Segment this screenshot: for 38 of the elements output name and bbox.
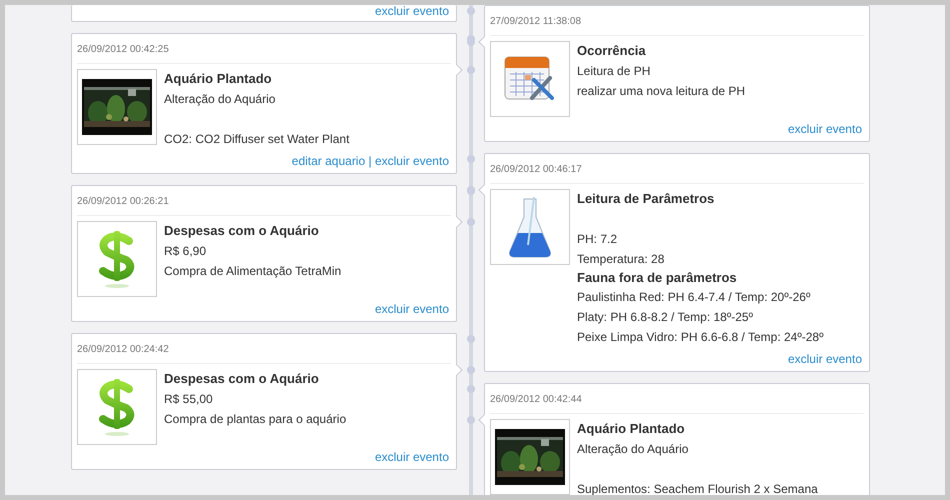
text-link[interactable]: excluir evento [374,5,449,18]
event-text: PH: 7.2 [577,231,618,248]
event-text: Peixe Limpa Vidro: PH 6.6-6.8 / Temp: 24º-28º [577,329,824,346]
section-heading: Fauna fora de parâmetros [577,269,738,287]
event-text: Platy: PH 6.8-8.2 / Temp: 18º-25º [577,309,754,326]
text-link[interactable]: excluir evento [374,450,449,464]
event-text: Compra de plantas para o aquário [164,411,348,428]
timestamp: 27/09/2012 11:38:08 [490,6,864,36]
link-separator: | [367,154,373,168]
timestamp: 26/09/2012 00:24:42 [77,334,451,364]
event-text: R$ 55,00 [164,391,214,408]
event-text: Alteração do Aquário [164,91,276,108]
timestamp: 26/09/2012 00:26:21 [77,186,451,216]
event-title: Despesas com o Aquário [164,222,320,240]
event-text: R$ 6,90 [164,243,208,260]
event-title: Aquário Plantado [164,70,273,88]
text-link[interactable]: excluir evento [788,122,862,136]
text-link[interactable]: excluir evento [374,302,449,316]
text-link[interactable]: editar aquario [292,154,366,168]
text-link[interactable]: excluir evento [374,154,449,168]
event-text: Paulistinha Red: PH 6.4-7.4 / Temp: 20º-26º [577,289,812,306]
dollar-icon [98,229,136,289]
event-title: Despesas com o Aquário [164,370,320,388]
event-title: Ocorrência [577,42,647,60]
event-text: Leitura de PH [577,63,652,80]
event-title: Aquário Plantado [577,420,686,438]
timestamp: 26/09/2012 00:46:17 [490,154,864,184]
timestamp: 26/09/2012 00:42:25 [77,34,451,64]
text-link[interactable]: excluir evento [788,352,862,366]
event-text: Alteração do Aquário [577,441,690,458]
flask-icon [508,195,552,259]
event-text: Compra de Alimentação TetraMin [164,263,342,280]
event-text: realizar uma nova leitura de PH [577,83,746,100]
event-text: CO2: CO2 Diffuser set Water Plant [164,131,350,148]
event-text: Temperatura: 28 [577,251,666,268]
timestamp: 26/09/2012 00:42:44 [490,384,864,414]
event-title: Leitura de Parâmetros [577,190,716,208]
dollar-icon [98,377,136,437]
